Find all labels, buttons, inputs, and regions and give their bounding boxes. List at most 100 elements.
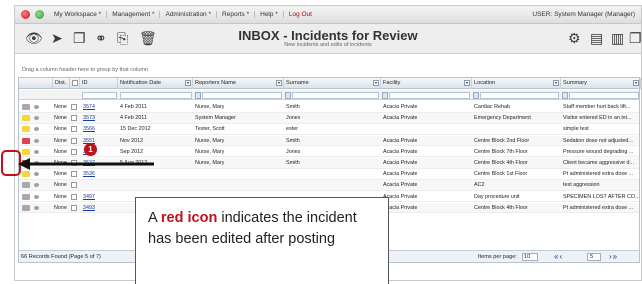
col-dist[interactable]: Dist. (53, 78, 70, 89)
cell-surname: ester (286, 126, 298, 133)
row-checkbox[interactable] (71, 126, 77, 133)
cell-summary: Pressure wound degrading ... (563, 148, 634, 155)
table-row[interactable]: None 3551 Nov 2012 Nurse, Mary Smith Acacia P… (19, 135, 639, 147)
items-per-page-select[interactable]: 10 (522, 253, 538, 261)
menu-reports[interactable]: Reports * (217, 11, 256, 18)
filter-menu-icon[interactable]: ▾ (464, 80, 470, 86)
view-icon[interactable] (34, 205, 39, 210)
cell-reporter: Nurse, Mary (195, 148, 225, 155)
row-checkbox[interactable] (71, 104, 77, 110)
pager-next-icon[interactable]: ›» (609, 251, 618, 263)
filter-menu-icon[interactable]: ▾ (185, 80, 191, 86)
menu-my-workspace[interactable]: My Workspace * (49, 11, 108, 18)
filter-surname-input[interactable] (292, 92, 379, 99)
filter-facility-input[interactable] (389, 92, 470, 99)
filter-date-input[interactable] (120, 92, 192, 99)
view-icon[interactable] (34, 194, 39, 199)
table-row[interactable]: None 3566 15 Dec 2012 Tester, Scott ester sim… (19, 124, 639, 135)
gear-icon[interactable]: ⚙ (568, 31, 581, 45)
menu-management[interactable]: Management * (107, 11, 161, 18)
view-icon[interactable] (34, 172, 39, 177)
filter-menu-icon[interactable]: ▾ (553, 80, 559, 86)
columns-icon[interactable]: ▥ (611, 31, 624, 45)
cell-facility: Acacia Private (383, 148, 418, 155)
cell-location: Centre Block 2nd Floor (474, 137, 530, 144)
window-icon[interactable]: ❐ (629, 31, 641, 45)
table-row[interactable]: None 3573 4 Feb 2011 System Manager Jones Aca… (19, 113, 639, 124)
row-checkbox[interactable] (71, 148, 77, 155)
incident-status-icon[interactable] (22, 204, 30, 211)
records-found: 66 Records Found (Page 5 of 7) (21, 254, 101, 260)
filter-icon[interactable] (562, 92, 568, 99)
filter-id-input[interactable] (82, 92, 117, 99)
cell-id[interactable]: 3566 (83, 124, 95, 134)
col-facility[interactable]: Facility ▾ (381, 78, 472, 89)
incident-status-icon[interactable] (22, 126, 30, 133)
filter-menu-icon[interactable]: ▾ (373, 80, 379, 86)
filter-icon[interactable] (473, 92, 479, 99)
col-id[interactable]: ID (80, 78, 118, 89)
page-number-input[interactable]: 5 (587, 253, 601, 261)
filter-name-input[interactable] (202, 92, 282, 99)
col-summary[interactable]: Summary ▾ (561, 78, 641, 89)
filter-menu-icon[interactable]: ▾ (633, 80, 639, 86)
col-select-all[interactable] (70, 78, 80, 89)
refresh-icon[interactable] (35, 10, 44, 19)
grid-header: Dist. ID Notification Date ▾ Reporters Na… (19, 78, 641, 89)
pager-prev-icon[interactable]: «‹ (554, 251, 563, 263)
col-reporters-name[interactable]: Reporters Name ▾ (193, 78, 284, 89)
filter-icon[interactable] (285, 92, 291, 99)
view-icon[interactable] (34, 183, 39, 188)
table-row[interactable]: None3545Sep 2012Nurse, MaryJonesAcacia P… (19, 147, 639, 158)
table-row[interactable]: None 3536 Acacia Private Centre Block 1st F… (19, 169, 639, 180)
incident-status-icon[interactable] (22, 115, 30, 122)
callout-highlight: red icon (160, 210, 218, 226)
cell-id[interactable]: 3497 (83, 192, 95, 202)
cell-location: Day procedure unit (474, 193, 520, 200)
cell-location: Centre Block 4th Floor (474, 160, 528, 166)
filter-summary-input[interactable] (569, 92, 639, 99)
menu-help[interactable]: Help * (255, 11, 284, 18)
favorite-icon[interactable] (21, 10, 30, 19)
incident-status-icon[interactable] (22, 171, 30, 178)
table-row[interactable]: None Acacia Private AC2 test aggression (19, 180, 639, 191)
row-checkbox[interactable] (71, 204, 77, 211)
row-checkbox[interactable] (71, 193, 77, 200)
cell-id[interactable]: 3536 (83, 169, 95, 179)
incident-status-icon[interactable] (22, 148, 30, 155)
col-surname[interactable]: Surname ▾ (284, 78, 381, 89)
row-checkbox[interactable] (71, 171, 77, 178)
incident-status-icon[interactable] (22, 104, 30, 110)
cell-id[interactable]: 3574 (83, 102, 95, 112)
col-facility-label: Facility (383, 80, 401, 86)
incident-status-icon[interactable] (22, 182, 30, 189)
col-reporters-name-label: Reporters Name (195, 80, 237, 86)
logout-link[interactable]: Log Out (284, 11, 317, 18)
menu-administration[interactable]: Administration * (160, 11, 218, 18)
incident-status-icon[interactable] (22, 193, 30, 200)
filter-icon[interactable] (195, 92, 201, 99)
col-location[interactable]: Location ▾ (472, 78, 561, 89)
filter-location-input[interactable] (480, 92, 559, 99)
filter-icon[interactable] (382, 92, 388, 99)
row-checkbox[interactable] (71, 115, 77, 122)
view-icon[interactable] (34, 127, 39, 132)
cell-location: Centre Block 7th Floor (474, 148, 528, 155)
list-view-icon[interactable]: ▤ (590, 31, 603, 45)
view-icon[interactable] (34, 149, 39, 154)
cell-date: 4 Feb 2011 (120, 104, 147, 110)
cell-summary: test aggression (563, 182, 600, 189)
view-icon[interactable] (34, 138, 39, 143)
incident-status-icon[interactable] (22, 137, 30, 144)
cell-location: Centre Block 1st Floor (474, 171, 528, 178)
table-row[interactable]: None 3574 4 Feb 2011 Nurse, Mary Smith Acacia… (19, 102, 639, 113)
filter-menu-icon[interactable]: ▾ (276, 80, 282, 86)
row-checkbox[interactable] (71, 137, 77, 144)
cell-id[interactable]: 3573 (83, 113, 95, 123)
cell-id[interactable]: 3493 (83, 203, 95, 213)
view-icon[interactable] (34, 105, 39, 109)
view-icon[interactable] (34, 116, 39, 121)
cell-dist: None (54, 115, 67, 122)
col-notification-date[interactable]: Notification Date ▾ (118, 78, 193, 89)
row-checkbox[interactable] (71, 182, 77, 189)
